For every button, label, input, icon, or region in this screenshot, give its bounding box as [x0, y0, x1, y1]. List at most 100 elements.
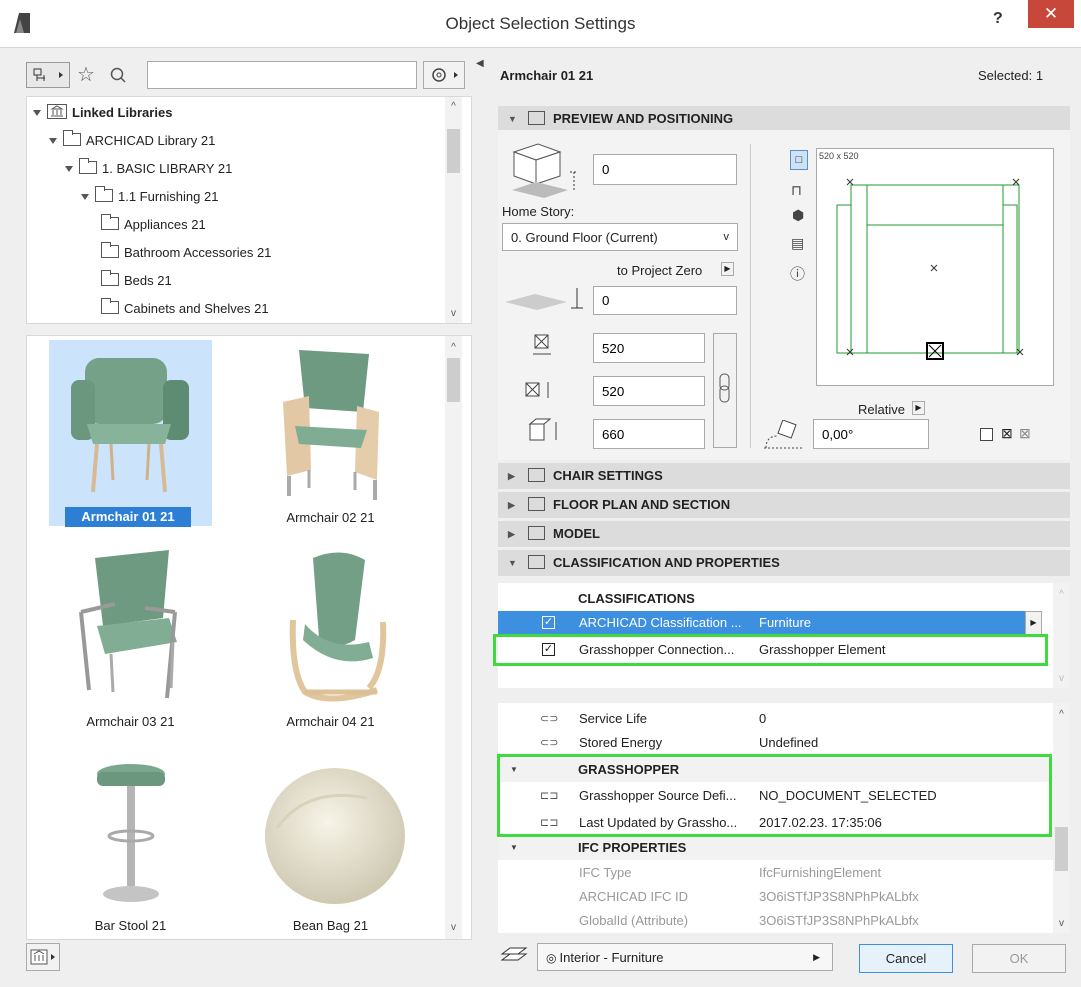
classification-dropdown-button[interactable]: ▶ — [1025, 611, 1042, 635]
favorites-star-icon[interactable]: ☆ — [77, 62, 95, 87]
thumbnails-scrollbar[interactable]: ^ v — [445, 336, 462, 939]
folder-icon — [101, 298, 119, 314]
object-name: Armchair 01 21 — [500, 68, 594, 83]
project-zero-input[interactable] — [593, 286, 737, 315]
property-name: ARCHICAD IFC ID — [579, 889, 689, 904]
chevron-right-icon: ▶ — [813, 952, 820, 962]
tree-item-basic-library[interactable]: 1. BASIC LIBRARY 21 — [65, 156, 232, 182]
tree-item-label: Bathroom Accessories 21 — [124, 245, 272, 260]
object-caption: Armchair 03 21 — [86, 714, 175, 729]
mirror-icon[interactable]: ⊠ — [1001, 425, 1013, 442]
panel-collapse-arrow-icon[interactable]: ◀ — [476, 58, 484, 69]
object-tile-armchair-03[interactable]: Armchair 03 21 — [49, 542, 212, 732]
classification-value: Furniture — [759, 615, 812, 630]
library-view-button[interactable] — [26, 62, 70, 88]
scroll-up-icon[interactable]: ^ — [445, 342, 462, 353]
chevron-down-icon: v — [723, 231, 730, 243]
section-title: PREVIEW AND POSITIONING — [553, 111, 734, 126]
layer-select[interactable]: ◎ Interior - Furniture ▶ — [537, 943, 833, 971]
cancel-button[interactable]: Cancel — [859, 944, 953, 973]
ok-button[interactable]: OK — [972, 944, 1066, 973]
object-tile-armchair-01[interactable]: Armchair 01 21 — [49, 340, 212, 526]
property-value: IfcFurnishingElement — [759, 865, 882, 880]
tree-item-linked-libraries[interactable]: Linked Libraries — [33, 100, 172, 126]
tree-item-label: Appliances 21 — [124, 217, 206, 232]
width-input[interactable] — [593, 333, 705, 363]
ifc-group-header[interactable]: ▼ IFC PROPERTIES — [498, 836, 1053, 860]
property-row-stored-energy[interactable]: ⊂⊃ Stored Energy Undefined — [498, 731, 1053, 755]
object-tile-armchair-02[interactable]: Armchair 02 21 — [249, 340, 412, 526]
close-button[interactable]: ✕ — [1028, 0, 1074, 28]
search-icon[interactable] — [109, 66, 127, 84]
library-settings-button[interactable] — [423, 61, 465, 89]
section-model[interactable]: ▶ MODEL — [498, 521, 1070, 547]
to-project-zero-button[interactable]: ▶ — [721, 262, 734, 276]
property-value: 3O6iSTfJP3S8NPhPkALbfx — [759, 913, 919, 928]
section-title: CLASSIFICATION AND PROPERTIES — [553, 555, 780, 570]
tree-item-archicad-library[interactable]: ARCHICAD Library 21 — [49, 128, 215, 154]
mirror-dashed-icon[interactable]: ⊠ — [1019, 425, 1031, 442]
folder-icon — [63, 130, 81, 146]
home-story-select[interactable]: 0. Ground Floor (Current) v — [502, 223, 738, 251]
relative-label: Relative — [858, 402, 905, 417]
section-preview-positioning[interactable]: ▼ PREVIEW AND POSITIONING — [498, 106, 1070, 132]
plan-preview: 520 x 520 — [816, 148, 1054, 386]
layer-icon — [500, 947, 528, 961]
chain-lock-button[interactable] — [713, 333, 737, 448]
help-button[interactable]: ? — [993, 10, 1003, 28]
properties-scrollbar[interactable]: ^ v — [1053, 703, 1070, 933]
checkbox-checked[interactable]: ✓ — [542, 616, 555, 629]
view-3d-icon[interactable]: ⬢ — [792, 207, 804, 224]
object-caption: Bean Bag 21 — [292, 918, 369, 933]
scroll-down-icon[interactable]: v — [445, 308, 462, 319]
expanded-arrow-icon: ▼ — [508, 558, 517, 568]
scroll-up-icon[interactable]: ^ — [1053, 709, 1070, 720]
height-input[interactable] — [593, 419, 705, 449]
angle-input[interactable] — [813, 419, 929, 449]
tree-item-appliances[interactable]: Appliances 21 — [101, 212, 206, 238]
armchair-03-image — [79, 550, 177, 699]
object-tile-armchair-04[interactable]: Armchair 04 21 — [249, 542, 412, 732]
relative-button[interactable]: ▶ — [912, 401, 925, 415]
property-link-icon: ⊂⊃ — [540, 737, 559, 749]
scroll-thumb[interactable] — [1055, 827, 1068, 871]
classifications-header: CLASSIFICATIONS — [578, 591, 695, 606]
classifications-scrollbar[interactable]: ^ v — [1053, 583, 1070, 688]
project-zero-icon — [505, 288, 583, 310]
view-elevation-icon[interactable]: ▤ — [791, 235, 804, 252]
classification-row-archicad[interactable]: ✓ ARCHICAD Classification ... Furniture — [498, 611, 1025, 635]
scroll-thumb[interactable] — [447, 358, 460, 402]
tree-item-bathroom-accessories[interactable]: Bathroom Accessories 21 — [101, 240, 271, 266]
depth-input[interactable] — [593, 376, 705, 406]
elevation-input[interactable] — [593, 154, 737, 185]
classification-name: ARCHICAD Classification ... — [579, 615, 742, 630]
scroll-down-icon[interactable]: v — [1053, 673, 1070, 684]
scroll-down-icon[interactable]: v — [1053, 918, 1070, 929]
tree-item-label: Linked Libraries — [72, 105, 173, 120]
view-section-icon[interactable]: ⊓ — [791, 182, 802, 199]
tree-item-cabinets[interactable]: Cabinets and Shelves 21 — [101, 296, 269, 322]
scroll-down-icon[interactable]: v — [445, 922, 462, 933]
object-tile-bar-stool[interactable]: Bar Stool 21 — [49, 746, 212, 938]
property-link-icon: ⊂⊃ — [540, 713, 559, 725]
folder-icon — [79, 158, 97, 174]
property-row-service-life[interactable]: ⊂⊃ Service Life 0 — [498, 707, 1053, 731]
tree-item-beds[interactable]: Beds 21 — [101, 268, 172, 294]
tree-scrollbar[interactable]: ^ v — [445, 97, 462, 323]
section-chair-settings[interactable]: ▶ CHAIR SETTINGS — [498, 463, 1070, 489]
mirror-checkbox[interactable] — [980, 428, 993, 441]
object-tile-bean-bag[interactable]: Bean Bag 21 — [249, 746, 412, 938]
view-2d-button[interactable]: □ — [790, 150, 808, 170]
library-manager-button[interactable] — [26, 943, 60, 971]
folder-icon — [101, 270, 119, 286]
collapsed-arrow-icon: ▶ — [508, 471, 515, 481]
scroll-up-icon[interactable]: ^ — [1053, 589, 1070, 600]
scroll-up-icon[interactable]: ^ — [445, 101, 462, 112]
section-classification[interactable]: ▼ CLASSIFICATION AND PROPERTIES — [498, 550, 1070, 576]
tree-item-furnishing[interactable]: 1.1 Furnishing 21 — [81, 184, 218, 210]
info-icon[interactable]: ⓘ — [790, 263, 805, 284]
section-floor-plan[interactable]: ▶ FLOOR PLAN AND SECTION — [498, 492, 1070, 518]
scroll-thumb[interactable] — [447, 129, 460, 173]
search-input[interactable] — [147, 61, 417, 89]
property-name: Service Life — [579, 711, 647, 726]
